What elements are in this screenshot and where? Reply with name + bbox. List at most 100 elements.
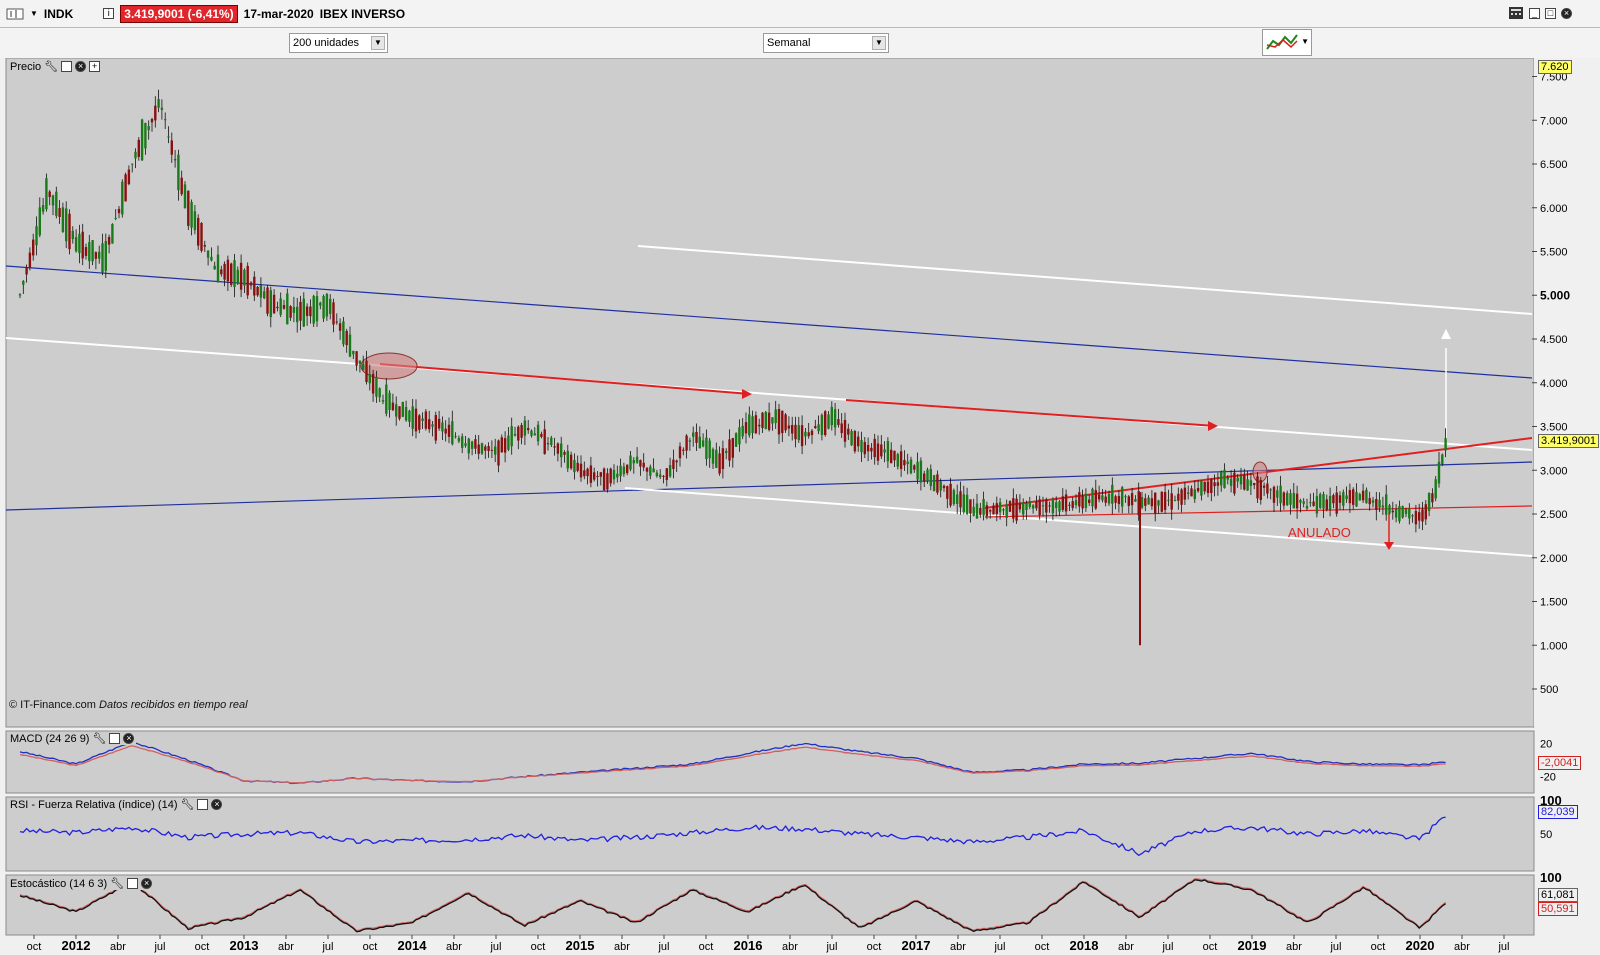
- candle-body: [738, 427, 741, 445]
- wrench-icon[interactable]: 🔧︎: [92, 732, 106, 745]
- close-icon[interactable]: ×: [1561, 7, 1572, 19]
- time-tick-label: jul: [153, 941, 165, 953]
- candle-body: [1117, 495, 1121, 505]
- candle-body: [1002, 509, 1005, 511]
- candle-body: [1411, 515, 1414, 517]
- wrench-icon[interactable]: 🔧︎: [110, 877, 124, 890]
- time-tick-label: 2013: [230, 938, 259, 953]
- candle-body: [777, 409, 781, 435]
- time-tick-label: abr: [1286, 941, 1302, 953]
- candle-body: [484, 446, 487, 451]
- candle-body: [18, 294, 22, 296]
- candle-body: [1282, 492, 1286, 506]
- candle-body: [348, 334, 352, 357]
- indicators-button[interactable]: ▼: [1262, 29, 1312, 56]
- candle-body: [216, 254, 220, 283]
- candle-body: [655, 472, 659, 477]
- period-select[interactable]: Semanal ▼: [763, 33, 889, 53]
- candle-body: [985, 505, 989, 517]
- candle-body: [599, 472, 602, 477]
- add-icon[interactable]: +: [89, 61, 101, 72]
- candle-body: [1246, 479, 1249, 491]
- candle-body: [45, 178, 48, 210]
- candle-body: [1051, 498, 1055, 514]
- rsi-last-label: 82,039: [1538, 805, 1578, 819]
- candle-body: [338, 323, 342, 331]
- candle-body: [523, 420, 527, 436]
- info-icon[interactable]: i: [103, 8, 115, 19]
- candle-body: [758, 424, 761, 427]
- candle-body: [1114, 496, 1117, 503]
- candle-body: [404, 406, 408, 421]
- candle-body: [1180, 489, 1183, 505]
- chevron-down-icon[interactable]: ▼: [1301, 37, 1309, 46]
- time-tick-label: jul: [489, 941, 501, 953]
- candle-body: [1381, 505, 1385, 508]
- window-icon[interactable]: [127, 878, 139, 889]
- candle-body: [167, 136, 170, 138]
- candle-body: [1061, 496, 1064, 510]
- calculator-icon[interactable]: [1508, 6, 1524, 20]
- candle-body: [1437, 461, 1441, 484]
- candle-body: [810, 430, 814, 436]
- close-icon[interactable]: ×: [141, 878, 153, 889]
- candle-body: [71, 230, 74, 239]
- rsi-panel-label: RSI - Fuerza Relativa (índice) (14): [10, 798, 178, 811]
- window-icon[interactable]: [61, 61, 73, 72]
- candle-body: [916, 461, 919, 480]
- candle-body: [335, 321, 338, 323]
- window-icon[interactable]: [197, 799, 209, 810]
- chevron-down-icon[interactable]: ▼: [872, 36, 886, 50]
- close-icon[interactable]: ×: [75, 61, 87, 72]
- candle-body: [1378, 499, 1381, 508]
- candle-body: [358, 360, 362, 365]
- candle-body: [104, 240, 107, 271]
- candle-body: [1328, 495, 1332, 510]
- candle-body: [668, 465, 672, 477]
- candle-body: [503, 438, 507, 453]
- candle-body: [345, 330, 348, 346]
- candle-body: [114, 217, 117, 219]
- window-icon[interactable]: [109, 733, 121, 744]
- candle-body: [25, 267, 28, 275]
- candle-body: [662, 475, 665, 477]
- candle-body: [886, 440, 890, 462]
- anulado-label: ANULADO: [1288, 525, 1351, 540]
- price-tick-label: 5.000: [1540, 288, 1570, 302]
- candle-body: [764, 412, 767, 429]
- candle-body: [609, 468, 612, 484]
- candle-body: [371, 373, 375, 394]
- candle-body: [388, 392, 391, 411]
- stoch-k-label: 61,081: [1538, 888, 1578, 902]
- candle-body: [187, 190, 190, 226]
- price-change-badge: 3.419,9001 (-6,41%): [120, 4, 238, 23]
- symbol-dropdown-icon[interactable]: ▼: [30, 9, 38, 18]
- maximize-icon[interactable]: □: [1545, 7, 1556, 19]
- units-select[interactable]: 200 unidades ▼: [289, 33, 388, 53]
- close-icon[interactable]: ×: [123, 733, 135, 744]
- wrench-icon[interactable]: 🔧︎: [44, 60, 58, 73]
- candle-body: [913, 465, 916, 470]
- candle-body: [1088, 499, 1091, 504]
- candle-body: [1127, 496, 1130, 506]
- candle-body: [1286, 493, 1289, 506]
- candle-body: [1012, 498, 1015, 519]
- candle-body: [193, 211, 197, 231]
- time-tick-label: abr: [278, 941, 294, 953]
- wrench-icon[interactable]: 🔧︎: [181, 798, 195, 811]
- candle-body: [959, 491, 962, 508]
- candle-body: [804, 431, 807, 437]
- candle-body: [870, 447, 873, 452]
- candle-body: [942, 485, 946, 489]
- candle-body: [929, 468, 932, 487]
- close-icon[interactable]: ×: [211, 799, 223, 810]
- chart-type-icon[interactable]: [6, 7, 24, 21]
- candle-body: [140, 119, 144, 161]
- candle-body: [329, 298, 332, 314]
- candle-body: [200, 222, 203, 251]
- candle-body: [975, 503, 979, 519]
- chevron-down-icon[interactable]: ▼: [371, 36, 385, 50]
- candle-body: [639, 460, 642, 467]
- candle-body: [1289, 493, 1292, 505]
- minimize-icon[interactable]: _: [1529, 7, 1540, 19]
